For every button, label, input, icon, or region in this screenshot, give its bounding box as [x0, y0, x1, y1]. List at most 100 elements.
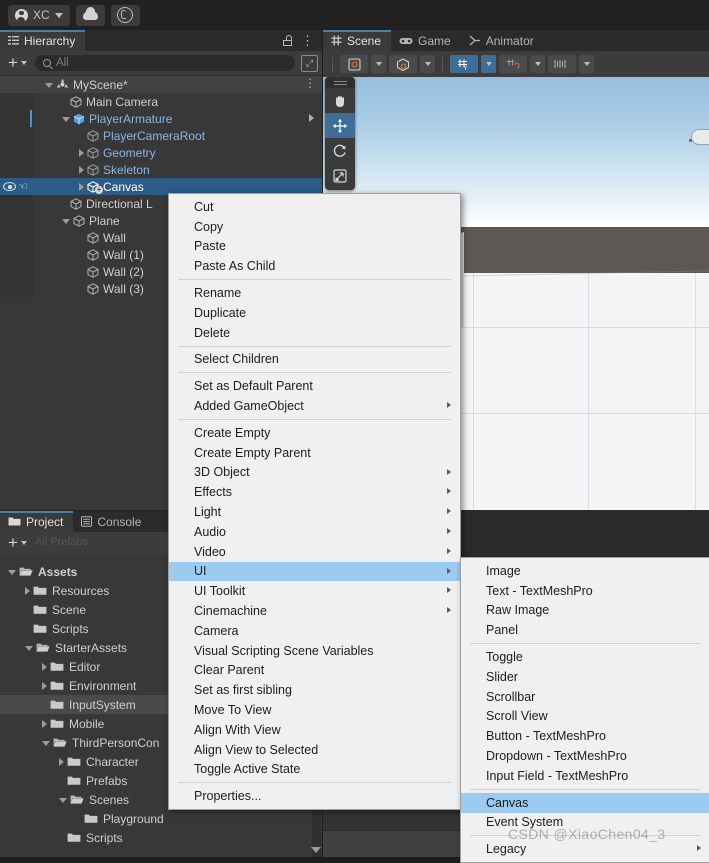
- menu-item[interactable]: Cut: [169, 197, 460, 217]
- chevron-down-icon[interactable]: [59, 798, 67, 803]
- menu-item[interactable]: Dropdown - TextMeshPro: [461, 746, 709, 766]
- chevron-right-icon[interactable]: [79, 182, 84, 191]
- scene-row-menu-icon[interactable]: ⋮: [304, 77, 316, 89]
- hierarchy-menu-icon[interactable]: ⋮: [301, 34, 314, 47]
- menu-item[interactable]: Paste: [169, 237, 460, 257]
- grid-snapping-dropdown[interactable]: [530, 55, 545, 73]
- chevron-right-icon[interactable]: [42, 719, 47, 728]
- menu-item[interactable]: Panel: [461, 620, 709, 640]
- hierarchy-visibility-gutter[interactable]: [0, 93, 33, 110]
- draw-mode-dropdown[interactable]: [371, 55, 386, 73]
- hierarchy-visibility-gutter[interactable]: [0, 229, 33, 246]
- open-prefab-chevron-right-icon[interactable]: [309, 114, 314, 122]
- search-filter-icon[interactable]: ⤢: [301, 54, 318, 72]
- create-gameobject-button[interactable]: +: [4, 54, 31, 71]
- chevron-right-icon[interactable]: [59, 757, 64, 766]
- tab-scene[interactable]: Scene: [323, 30, 392, 51]
- draw-mode-button[interactable]: [340, 55, 368, 73]
- project-row[interactable]: Playground: [0, 809, 322, 828]
- move-tool-button[interactable]: [325, 113, 355, 138]
- hierarchy-context-menu[interactable]: Cut Copy Paste Paste As Child Rename Duplicat…: [168, 193, 461, 811]
- hierarchy-row[interactable]: PlayerCameraRoot: [0, 127, 322, 144]
- menu-item[interactable]: Video: [169, 542, 460, 562]
- grid-axis-dropdown[interactable]: [481, 55, 496, 73]
- chevron-right-icon[interactable]: [79, 148, 84, 157]
- menu-item[interactable]: Scrollbar: [461, 687, 709, 707]
- hierarchy-visibility-gutter[interactable]: [0, 195, 33, 212]
- menu-item[interactable]: Added GameObject: [169, 396, 460, 416]
- tab-animator[interactable]: Animator: [461, 30, 544, 51]
- menu-item[interactable]: Delete: [169, 323, 460, 343]
- menu-item[interactable]: Toggle Active State: [169, 760, 460, 780]
- ui-submenu[interactable]: Image Text - TextMeshPro Raw Image Panel Tog…: [460, 557, 709, 863]
- menu-item[interactable]: Align With View: [169, 720, 460, 740]
- create-asset-button[interactable]: +: [4, 534, 31, 551]
- palette-drag-handle[interactable]: [325, 77, 355, 88]
- menu-item[interactable]: Text - TextMeshPro: [461, 581, 709, 601]
- pickability-hand-icon[interactable]: ☜: [18, 181, 28, 192]
- scene-gizmo[interactable]: [691, 129, 709, 145]
- menu-item[interactable]: Effects: [169, 482, 460, 502]
- tab-project[interactable]: Project: [0, 511, 74, 532]
- lock-icon[interactable]: [283, 35, 292, 46]
- menu-item[interactable]: Slider: [461, 667, 709, 687]
- menu-item[interactable]: Align View to Selected: [169, 740, 460, 760]
- visibility-eye-icon[interactable]: [3, 182, 16, 191]
- menu-item[interactable]: Legacy: [461, 839, 709, 859]
- chevron-down-icon[interactable]: [45, 83, 53, 88]
- component-tools-dropdown[interactable]: [579, 55, 594, 73]
- menu-item[interactable]: Input Field - TextMeshPro: [461, 766, 709, 786]
- menu-item[interactable]: Camera: [169, 621, 460, 641]
- menu-item[interactable]: UI: [169, 561, 460, 582]
- menu-item[interactable]: Set as Default Parent: [169, 376, 460, 396]
- hierarchy-row[interactable]: MyScene* ⋮: [0, 76, 322, 93]
- menu-item[interactable]: Light: [169, 502, 460, 522]
- menu-item[interactable]: Clear Parent: [169, 661, 460, 681]
- menu-item[interactable]: Canvas: [461, 792, 709, 813]
- hierarchy-visibility-gutter[interactable]: [0, 246, 33, 263]
- hierarchy-visibility-gutter[interactable]: [0, 263, 33, 280]
- hand-tool-button[interactable]: [325, 88, 355, 113]
- chevron-down-icon[interactable]: [42, 741, 50, 746]
- hierarchy-search-input[interactable]: All: [34, 55, 295, 71]
- menu-item[interactable]: UI Toolkit: [169, 581, 460, 601]
- menu-item[interactable]: Cinemachine: [169, 601, 460, 621]
- scene-visibility-dropdown[interactable]: [420, 55, 435, 73]
- grid-snapping-button[interactable]: [499, 55, 527, 73]
- chevron-down-icon[interactable]: [62, 117, 70, 122]
- chevron-right-icon[interactable]: [79, 165, 84, 174]
- hierarchy-row[interactable]: Skeleton: [0, 161, 322, 178]
- chevron-down-icon[interactable]: [25, 646, 33, 651]
- component-tools-button[interactable]: [548, 55, 576, 73]
- hierarchy-visibility-gutter[interactable]: [0, 212, 33, 229]
- menu-item[interactable]: Button - TextMeshPro: [461, 726, 709, 746]
- grid-axis-button[interactable]: Y: [450, 55, 478, 73]
- scale-tool-button[interactable]: [325, 163, 355, 188]
- menu-item[interactable]: Image: [461, 561, 709, 581]
- chevron-down-icon[interactable]: [62, 219, 70, 224]
- cloud-services-button[interactable]: [75, 4, 105, 26]
- chevron-right-icon[interactable]: [42, 681, 47, 690]
- scene-visibility-button[interactable]: [389, 55, 417, 73]
- chevron-right-icon[interactable]: [42, 662, 47, 671]
- chevron-right-icon[interactable]: [25, 586, 30, 595]
- menu-item[interactable]: Create Empty: [169, 423, 460, 443]
- hierarchy-row[interactable]: Geometry: [0, 144, 322, 161]
- menu-item[interactable]: Rename: [169, 283, 460, 303]
- scroll-down-icon[interactable]: [311, 847, 321, 853]
- hierarchy-visibility-gutter[interactable]: ☜: [0, 178, 33, 195]
- chevron-down-icon[interactable]: [8, 570, 16, 575]
- menu-item[interactable]: Create Empty Parent: [169, 443, 460, 463]
- package-manager-button[interactable]: [110, 4, 140, 26]
- hierarchy-visibility-gutter[interactable]: [0, 280, 33, 297]
- hierarchy-visibility-gutter[interactable]: [0, 127, 33, 144]
- hierarchy-visibility-gutter[interactable]: [0, 161, 33, 178]
- hierarchy-row[interactable]: PlayerArmature: [0, 110, 322, 127]
- menu-item[interactable]: Toggle: [461, 647, 709, 667]
- tab-game[interactable]: Game: [391, 30, 461, 51]
- menu-item[interactable]: Visual Scripting Scene Variables: [169, 641, 460, 661]
- tab-console[interactable]: Console: [73, 511, 151, 532]
- menu-item[interactable]: Paste As Child: [169, 256, 460, 276]
- hierarchy-visibility-gutter[interactable]: [0, 76, 33, 93]
- menu-item[interactable]: Move To View: [169, 700, 460, 720]
